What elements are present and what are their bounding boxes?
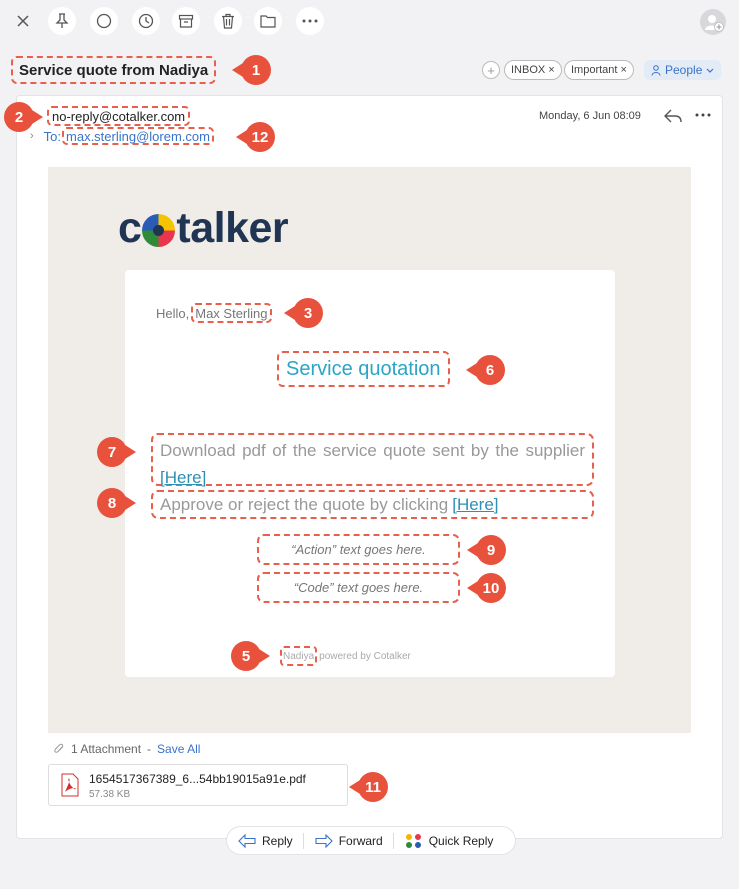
marker-1: 1	[232, 55, 271, 85]
quick-reply-label: Quick Reply	[428, 833, 494, 848]
circle-icon[interactable]	[90, 7, 118, 35]
marker-10: 10	[467, 573, 506, 603]
tag-important[interactable]: Important ×	[564, 60, 634, 80]
email-footer: Nadiya powered by Cotalker	[280, 646, 411, 666]
toolbar	[0, 0, 739, 42]
quick-reply-icon	[405, 833, 421, 848]
archive-icon[interactable]	[172, 7, 200, 35]
download-link[interactable]: [Here]	[160, 468, 206, 487]
tag-remove-icon[interactable]: ×	[620, 64, 626, 76]
marker-12: 12	[236, 122, 275, 152]
approve-link[interactable]: [Here]	[452, 495, 498, 515]
email-subject: Service quote from Nadiya	[11, 56, 217, 84]
add-person-icon[interactable]	[700, 9, 726, 35]
people-label: People	[665, 63, 703, 77]
tag-inbox[interactable]: INBOX ×	[504, 60, 562, 80]
approve-text: Approve or reject the quote by clicking	[160, 494, 449, 514]
message-more-icon[interactable]	[692, 106, 714, 126]
recipient-name: Max Sterling	[191, 303, 272, 323]
save-all-link[interactable]: Save All	[157, 742, 200, 756]
marker-3: 3	[284, 298, 323, 328]
reply-icon[interactable]	[662, 105, 684, 127]
logo-text-prefix: c	[118, 204, 142, 252]
powered-by-text: powered by Cotalker	[319, 650, 411, 662]
message-date: Monday, 6 Jun 08:09	[539, 110, 641, 122]
marker-5: 5	[231, 641, 270, 671]
attachment-file-size: 57.38 KB	[89, 789, 131, 800]
to-label: To:	[43, 128, 62, 144]
download-text: Download pdf of the service quote sent b…	[160, 441, 585, 460]
recipient-address[interactable]: max.sterling@lorem.com	[62, 127, 214, 145]
action-text: “Action” text goes here.	[257, 534, 460, 565]
reply-button[interactable]: Reply	[227, 827, 303, 854]
tag-label: INBOX	[511, 64, 546, 76]
tag-remove-icon[interactable]: ×	[548, 64, 554, 76]
recipient-row: › To: max.sterling@lorem.com	[30, 127, 214, 145]
close-icon[interactable]	[10, 8, 36, 34]
code-text: “Code” text goes here.	[257, 572, 460, 603]
reply-actions-bar: Reply Forward Quick Reply	[226, 826, 516, 855]
marker-6: 6	[466, 355, 505, 385]
marker-11: 11	[349, 772, 388, 802]
forward-button[interactable]: Forward	[304, 827, 393, 854]
reply-arrow-icon	[238, 833, 256, 848]
sender-name: Nadiya	[280, 646, 318, 666]
person-icon	[651, 64, 661, 76]
cotalker-logo: c talker	[118, 204, 289, 253]
folder-icon[interactable]	[254, 7, 282, 35]
pin-icon[interactable]	[48, 7, 76, 35]
attachment-file[interactable]: 1654517367389_6...54bb19015a91e.pdf 57.3…	[48, 764, 348, 806]
clock-icon[interactable]	[132, 7, 160, 35]
sender-address[interactable]: no-reply@cotalker.com	[47, 106, 191, 126]
add-tag-button[interactable]: +	[482, 61, 500, 79]
attachment-separator: -	[147, 742, 152, 756]
people-dropdown[interactable]: People	[644, 60, 722, 80]
greeting-text: Hello,	[156, 305, 190, 321]
paperclip-icon	[54, 743, 64, 753]
logo-mark-icon	[142, 213, 176, 247]
email-title: Service quotation	[277, 351, 450, 387]
tag-label: Important	[571, 64, 618, 76]
more-icon[interactable]	[296, 7, 324, 35]
marker-8: 8	[97, 488, 136, 518]
attachment-count: 1 Attachment	[71, 742, 142, 756]
reply-label: Reply	[262, 833, 293, 848]
download-paragraph: Download pdf of the service quote sent b…	[151, 433, 594, 487]
logo-text-suffix: talker	[176, 204, 289, 252]
pdf-icon	[61, 773, 79, 797]
attachment-file-name: 1654517367389_6...54bb19015a91e.pdf	[89, 772, 306, 786]
greeting: Hello, Max Sterling	[156, 303, 272, 323]
approve-paragraph: Approve or reject the quote by clicking …	[151, 490, 594, 519]
forward-label: Forward	[338, 833, 383, 848]
chevron-right-icon[interactable]: ›	[30, 130, 34, 142]
trash-icon[interactable]	[214, 7, 242, 35]
marker-9: 9	[467, 535, 506, 565]
forward-arrow-icon	[315, 833, 333, 848]
attachment-header: 1 Attachment - Save All	[53, 742, 200, 756]
chevron-down-icon	[706, 68, 714, 73]
marker-7: 7	[97, 437, 136, 467]
quick-reply-button[interactable]: Quick Reply	[394, 827, 504, 854]
